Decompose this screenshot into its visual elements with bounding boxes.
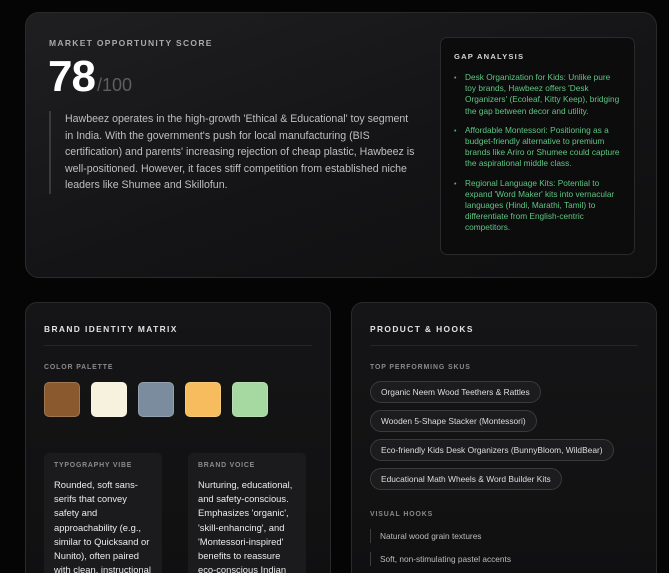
market-opportunity-card: MARKET OPPORTUNITY SCORE 78 /100 Hawbeez… — [25, 12, 657, 278]
color-swatch[interactable] — [91, 382, 127, 417]
product-hooks-card: PRODUCT & HOOKS TOP PERFORMING SKUS Orga… — [351, 302, 657, 573]
color-swatch[interactable] — [185, 382, 221, 417]
brand-voice-box: BRAND VOICE Nurturing, educational, and … — [188, 453, 306, 573]
bullet-icon: • — [454, 75, 457, 82]
visual-hooks-label: VISUAL HOOKS — [370, 511, 434, 518]
visual-hooks-list: Natural wood grain textures Soft, non-st… — [370, 529, 511, 573]
score-label: MARKET OPPORTUNITY SCORE — [49, 38, 213, 48]
gap-item-text: Regional Language Kits: Potential to exp… — [465, 177, 615, 233]
gap-analysis-panel: GAP ANALYSIS • Desk Organization for Kid… — [440, 37, 635, 255]
page: MARKET OPPORTUNITY SCORE 78 /100 Hawbeez… — [0, 0, 669, 573]
typography-vibe-label: TYPOGRAPHY VIBE — [54, 462, 133, 469]
color-swatch[interactable] — [138, 382, 174, 417]
market-description: Hawbeez operates in the high-growth 'Eth… — [49, 111, 419, 194]
sku-list: Organic Neem Wood Teethers & Rattles Woo… — [370, 381, 614, 497]
typography-vibe-text: Rounded, soft sans-serifs that convey sa… — [54, 479, 151, 573]
color-swatch[interactable] — [44, 382, 80, 417]
score-max: /100 — [96, 75, 132, 95]
color-palette-label: COLOR PALETTE — [44, 364, 114, 371]
gap-item-text: Desk Organization for Kids: Unlike pure … — [465, 72, 620, 116]
hook-item: Natural wood grain textures — [370, 529, 511, 543]
hook-item: Soft, non-stimulating pastel accents — [370, 552, 511, 566]
color-palette — [44, 382, 268, 417]
sku-pill[interactable]: Educational Math Wheels & Word Builder K… — [370, 468, 562, 490]
divider — [370, 345, 638, 346]
sku-pill[interactable]: Eco-friendly Kids Desk Organizers (Bunny… — [370, 439, 614, 461]
sku-pill[interactable]: Organic Neem Wood Teethers & Rattles — [370, 381, 541, 403]
product-hooks-title: PRODUCT & HOOKS — [370, 324, 474, 334]
brand-identity-card: BRAND IDENTITY MATRIX COLOR PALETTE TYPO… — [25, 302, 331, 573]
brand-voice-text: Nurturing, educational, and safety-consc… — [198, 479, 293, 573]
gap-item-text: Affordable Montessori: Positioning as a … — [465, 124, 620, 169]
sku-pill[interactable]: Wooden 5-Shape Stacker (Montessori) — [370, 410, 537, 432]
top-skus-label: TOP PERFORMING SKUS — [370, 364, 471, 371]
typography-vibe-box: TYPOGRAPHY VIBE Rounded, soft sans-serif… — [44, 453, 162, 573]
gap-analysis-title: GAP ANALYSIS — [454, 52, 525, 61]
divider — [44, 345, 312, 346]
gap-item: • Affordable Montessori: Positioning as … — [454, 125, 622, 170]
score-display: 78 /100 — [48, 55, 132, 99]
score-value: 78 — [48, 52, 96, 101]
brand-identity-title: BRAND IDENTITY MATRIX — [44, 324, 178, 334]
brand-voice-label: BRAND VOICE — [198, 462, 256, 469]
bullet-icon: • — [454, 127, 457, 135]
gap-item: • Desk Organization for Kids: Unlike pur… — [454, 72, 622, 117]
color-swatch[interactable] — [232, 382, 268, 417]
bullet-icon: • — [454, 180, 457, 188]
gap-item: • Regional Language Kits: Potential to e… — [454, 178, 622, 234]
